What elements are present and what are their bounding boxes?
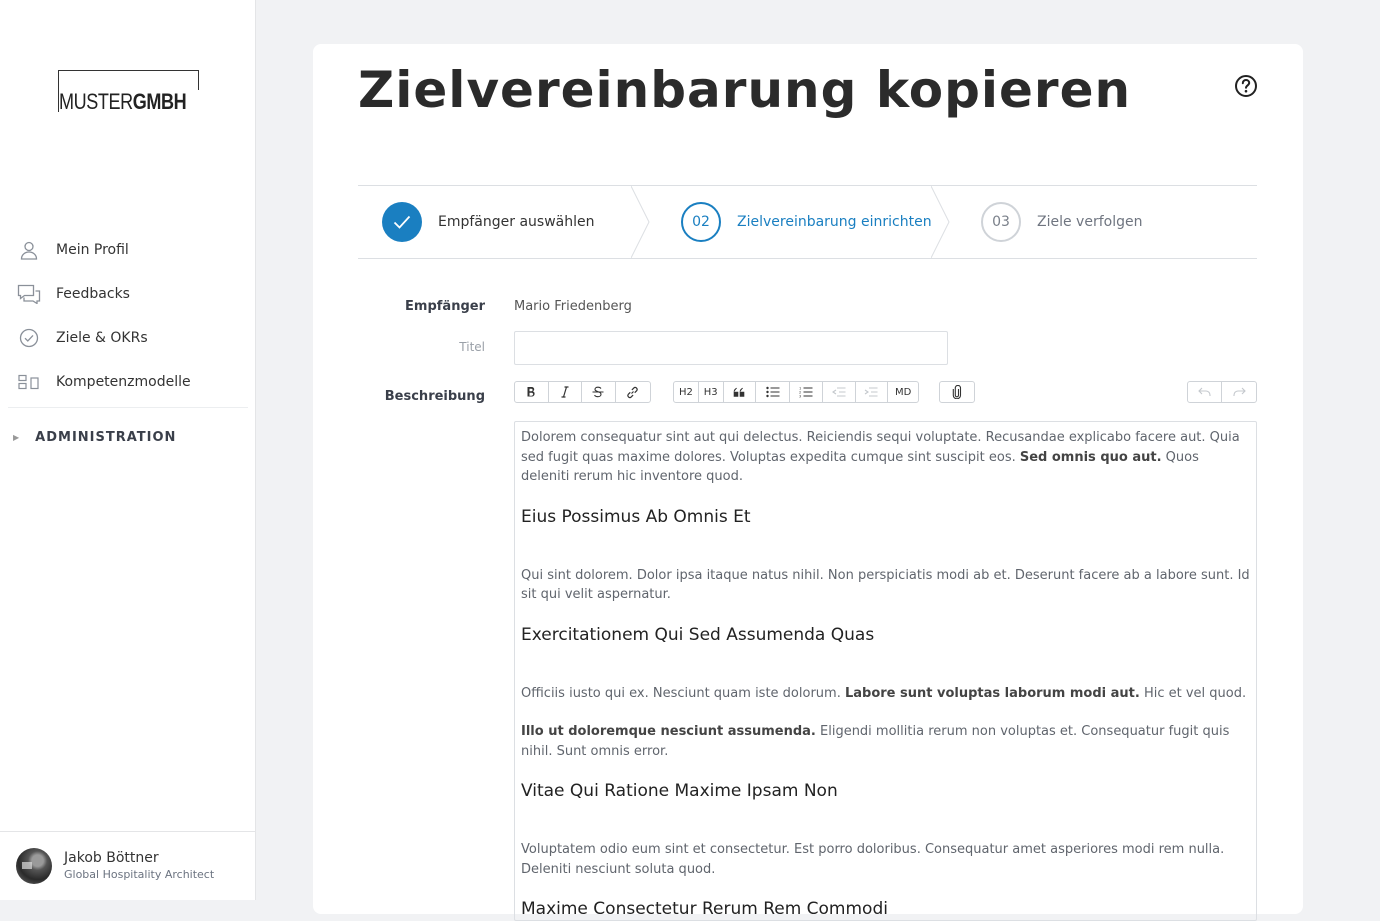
link-icon bbox=[627, 386, 638, 398]
help-icon[interactable] bbox=[1234, 74, 1258, 98]
user-role: Global Hospitality Architect bbox=[64, 868, 215, 881]
attachment-button[interactable] bbox=[940, 382, 974, 402]
editor-paragraph: Voluptatem odio eum sint et consectetur.… bbox=[521, 842, 1225, 877]
italic-button[interactable] bbox=[549, 382, 582, 402]
editor-heading: Maxime Consectetur Rerum Rem Commodi bbox=[521, 899, 888, 919]
sidebar-item-feedbacks[interactable]: Feedbacks bbox=[0, 272, 256, 316]
toolbar-history-group bbox=[1187, 381, 1257, 403]
heading-2-button[interactable]: H2 bbox=[674, 382, 699, 402]
sidebar-item-label: Feedbacks bbox=[56, 286, 130, 302]
strikethrough-button[interactable] bbox=[582, 382, 616, 402]
title-input[interactable] bbox=[514, 331, 948, 365]
check-circle-icon bbox=[16, 325, 42, 351]
bold-button[interactable] bbox=[515, 382, 549, 402]
redo-icon bbox=[1232, 387, 1246, 396]
editor-heading: Exercitationem Qui Sed Assumenda Quas bbox=[521, 624, 875, 645]
step-done-indicator bbox=[382, 202, 422, 242]
sidebar-item-profile[interactable]: Mein Profil bbox=[0, 228, 256, 272]
sidebar-item-label: Ziele & OKRs bbox=[56, 330, 148, 346]
sidebar-item-label: Mein Profil bbox=[56, 242, 129, 258]
competence-model-icon bbox=[16, 369, 42, 395]
toolbar-format-group bbox=[514, 381, 651, 403]
logo-text-light: MUSTER bbox=[59, 89, 133, 114]
svg-text:3: 3 bbox=[799, 395, 801, 399]
step-label: Empfänger auswählen bbox=[438, 214, 595, 230]
logo-text-bold: GMBH bbox=[132, 89, 187, 114]
user-profile[interactable]: Jakob Böttner Global Hospitality Archite… bbox=[0, 831, 256, 900]
redo-button[interactable] bbox=[1222, 382, 1256, 402]
link-button[interactable] bbox=[616, 382, 650, 402]
main-card: Zielvereinbarung kopieren Empfänger ausw… bbox=[313, 44, 1303, 921]
undo-button[interactable] bbox=[1188, 382, 1223, 402]
user-icon bbox=[16, 237, 42, 263]
editor-heading: Eius Possimus Ab Omnis Et bbox=[521, 506, 751, 527]
recipient-value: Mario Friedenberg bbox=[514, 299, 632, 314]
caret-right-icon: ▶ bbox=[13, 432, 21, 442]
step-number: 02 bbox=[681, 202, 721, 242]
bullet-list-button[interactable] bbox=[756, 382, 791, 402]
step-label: Zielvereinbarung einrichten bbox=[737, 214, 932, 230]
recipient-label: Empfänger bbox=[405, 299, 485, 314]
company-logo[interactable]: MUSTERGMBH bbox=[58, 70, 221, 114]
avatar bbox=[16, 848, 52, 884]
sidebar-item-label: ADMINISTRATION bbox=[35, 429, 177, 445]
sidebar-item-label: Kompetenzmodelle bbox=[56, 374, 191, 390]
editor-paragraph: Illo ut doloremque nesciunt assumenda. E… bbox=[521, 724, 1230, 759]
toolbar-structure-group: H2 H3 123 MD bbox=[673, 381, 919, 403]
step-track-goals[interactable]: 03 Ziele verfolgen bbox=[941, 186, 1257, 258]
paperclip-icon bbox=[952, 385, 962, 399]
step-number: 03 bbox=[981, 202, 1021, 242]
numbered-list-button[interactable]: 123 bbox=[790, 382, 823, 402]
blockquote-button[interactable] bbox=[724, 382, 757, 402]
title-label: Titel bbox=[459, 340, 485, 354]
numbered-list-icon: 123 bbox=[799, 387, 813, 399]
editor-heading: Vitae Qui Ratione Maxime Ipsam Non bbox=[521, 781, 838, 801]
step-setup-agreement[interactable]: 02 Zielvereinbarung einrichten bbox=[641, 186, 950, 258]
indent-icon bbox=[865, 387, 878, 397]
description-label: Beschreibung bbox=[384, 389, 485, 404]
toolbar-attach-group bbox=[939, 381, 975, 403]
quote-icon bbox=[734, 387, 745, 397]
markdown-button[interactable]: MD bbox=[888, 382, 918, 402]
sidebar: MUSTERGMBH Mein Profil Feedbacks Ziele &… bbox=[0, 0, 256, 900]
check-icon bbox=[393, 215, 411, 229]
main-nav: Mein Profil Feedbacks Ziele & OKRs Kompe… bbox=[0, 228, 256, 466]
strikethrough-icon bbox=[592, 386, 604, 398]
step-label: Ziele verfolgen bbox=[1037, 214, 1143, 230]
outdent-icon bbox=[831, 387, 846, 397]
heading-3-button[interactable]: H3 bbox=[699, 382, 724, 402]
progress-stepper: Empfänger auswählen 02 Zielvereinbarung … bbox=[358, 185, 1257, 259]
user-name: Jakob Böttner bbox=[64, 850, 159, 866]
step-chevron bbox=[631, 186, 650, 258]
editor-paragraph: Officiis iusto qui ex. Nesciunt quam ist… bbox=[521, 685, 1247, 701]
undo-icon bbox=[1198, 387, 1211, 396]
indent-button[interactable] bbox=[856, 382, 889, 402]
sidebar-item-administration[interactable]: ▶ ADMINISTRATION bbox=[0, 408, 256, 466]
sidebar-item-competence-models[interactable]: Kompetenzmodelle bbox=[0, 360, 256, 404]
bullet-list-icon bbox=[765, 386, 780, 398]
page-title: Zielvereinbarung kopieren bbox=[358, 61, 1132, 119]
bold-icon bbox=[527, 387, 535, 397]
italic-icon bbox=[561, 386, 569, 398]
sidebar-item-goals[interactable]: Ziele & OKRs bbox=[0, 316, 256, 360]
step-select-recipient[interactable]: Empfänger auswählen bbox=[358, 186, 650, 258]
editor-paragraph: Qui sint dolorem. Dolor ipsa itaque natu… bbox=[521, 567, 1250, 603]
outdent-button[interactable] bbox=[823, 382, 856, 402]
editor-paragraph: Dolorem consequatur sint aut qui delectu… bbox=[521, 430, 1240, 484]
step-chevron bbox=[931, 186, 950, 258]
description-editor[interactable]: Dolorem consequatur sint aut qui delectu… bbox=[514, 421, 1257, 921]
feedback-chat-icon bbox=[16, 281, 42, 307]
